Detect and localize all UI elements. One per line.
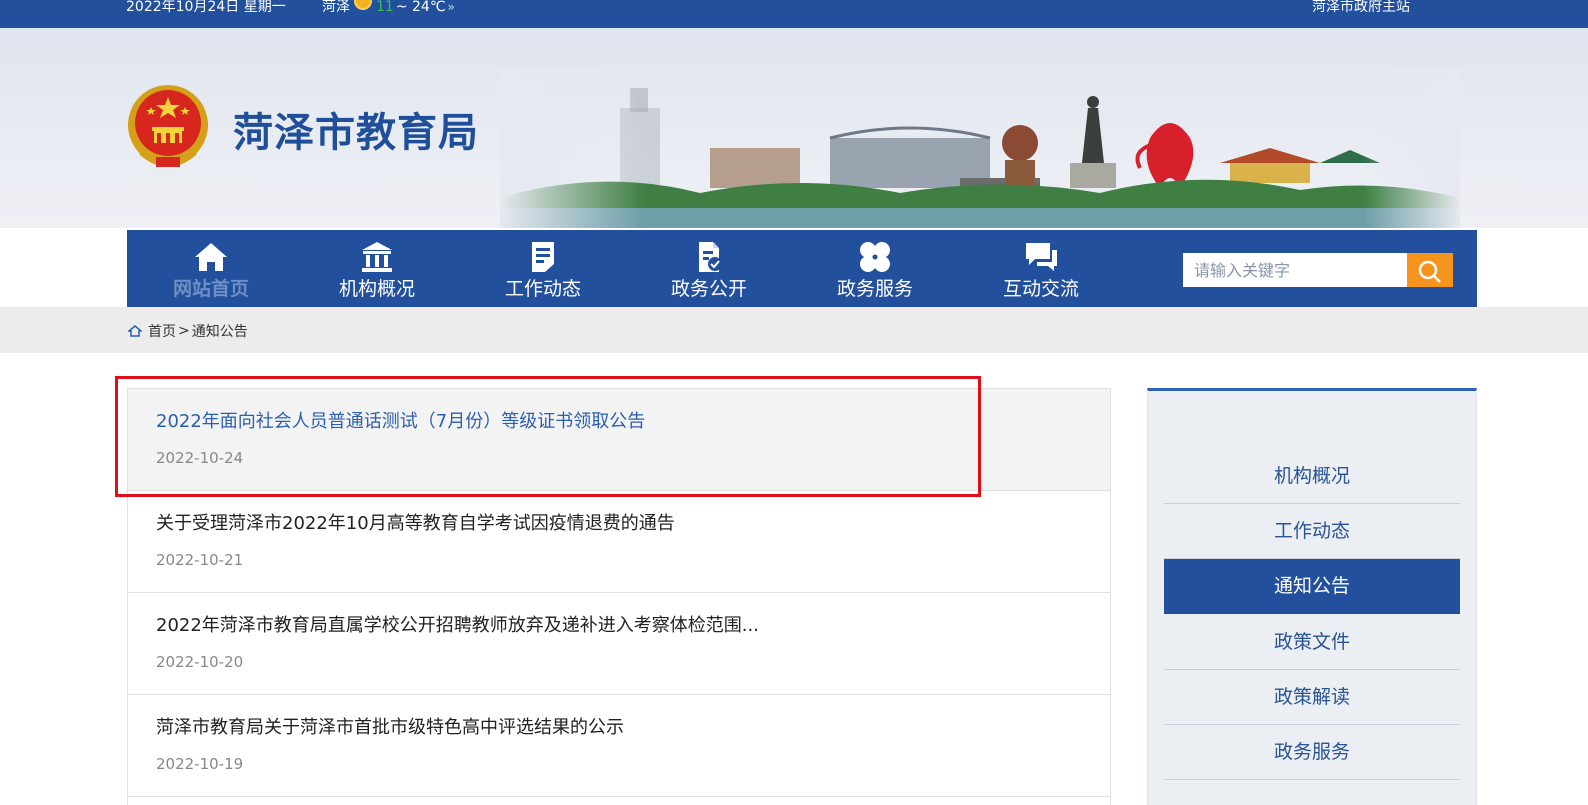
search-input[interactable] (1183, 253, 1407, 287)
sidebar-item-notices[interactable]: 通知公告 (1164, 559, 1460, 614)
nav-label-home: 网站首页 (172, 278, 249, 300)
weather-widget[interactable]: 菏泽 11 ~ 24℃ » (322, 0, 455, 14)
notice-title[interactable]: 菏泽市教育局关于菏泽市首批市级特色高中评选结果的公示 (156, 713, 624, 739)
breadcrumb-bar: 首页 > 通知公告 (0, 307, 1588, 353)
notice-date: 2022-10-19 (156, 755, 244, 773)
list-item[interactable]: 2022年面向社会人员普通话测试（7月份）等级证书领取公告 2022-10-24 (128, 389, 1110, 491)
sidebar-item-policy-docs[interactable]: 政策文件 (1164, 615, 1460, 670)
sidebar-menu: 机构概况 工作动态 通知公告 政策文件 政策解读 政务服务 (1147, 388, 1477, 805)
breadcrumb: 首页 > 通知公告 (128, 321, 248, 341)
sidebar-item-policy-interpretation[interactable]: 政策解读 (1164, 670, 1460, 725)
nav-item-work-news[interactable]: 工作动态 (459, 230, 627, 307)
nav-item-interaction[interactable]: 互动交流 (957, 230, 1125, 307)
search-button[interactable] (1407, 253, 1453, 287)
sun-icon (352, 0, 374, 14)
list-item[interactable]: 菏泽市教育局关于菏泽市首批市级特色高中评选结果的公示 2022-10-19 (128, 695, 1110, 797)
notice-title[interactable]: 关于受理菏泽市2022年10月高等教育自学考试因疫情退费的通告 (156, 509, 675, 535)
document-icon (532, 242, 554, 272)
nav-label-interaction: 互动交流 (1002, 278, 1079, 300)
temperature-low: 11 (376, 0, 394, 15)
breadcrumb-current: 通知公告 (191, 324, 248, 340)
nav-item-gov-services[interactable]: 政务服务 (791, 230, 959, 307)
temperature-high: ~ 24℃ (395, 0, 446, 15)
double-chevron-right-icon: » (447, 0, 455, 14)
top-bar: 2022年10月24日 星期一 菏泽 11 ~ 24℃ » 菏泽市政府主站 (0, 0, 1588, 28)
national-emblem-logo (128, 85, 208, 167)
nav-label-gov-services: 政务服务 (836, 278, 913, 300)
notice-list: 2022年面向社会人员普通话测试（7月份）等级证书领取公告 2022-10-24… (127, 388, 1111, 805)
notice-title[interactable]: 2022年面向社会人员普通话测试（7月份）等级证书领取公告 (156, 407, 645, 433)
institution-icon (362, 242, 392, 272)
site-header: 菏泽市教育局 (0, 28, 1588, 228)
notice-date: 2022-10-20 (156, 653, 244, 671)
clover-icon (860, 242, 890, 272)
weather-city: 菏泽 (322, 0, 350, 15)
nav-label-gov-affairs: 政务公开 (670, 278, 747, 300)
nav-item-gov-affairs[interactable]: 政务公开 (625, 230, 793, 307)
search-icon (1418, 260, 1441, 283)
sidebar-item-work-news[interactable]: 工作动态 (1164, 504, 1460, 559)
breadcrumb-home-link[interactable]: 首页 (148, 321, 176, 341)
chat-icon (1026, 243, 1057, 271)
city-skyline-banner (500, 68, 1460, 228)
nav-label-institution: 机构概况 (338, 278, 415, 300)
home-icon (128, 325, 142, 337)
notice-date: 2022-10-24 (156, 449, 244, 467)
breadcrumb-separator: > (178, 323, 190, 339)
file-check-icon (699, 242, 722, 272)
sidebar-item-gov-services[interactable]: 政务服务 (1164, 725, 1460, 780)
nav-item-home[interactable]: 网站首页 (127, 230, 295, 307)
list-item[interactable]: 2022年菏泽市教育局直属学校公开招聘教师放弃及递补进入考察体检范围... 20… (128, 593, 1110, 695)
notice-date: 2022-10-21 (156, 551, 244, 569)
list-item[interactable]: 关于受理菏泽市2022年10月高等教育自学考试因疫情退费的通告 2022-10-… (128, 491, 1110, 593)
nav-label-work-news: 工作动态 (504, 278, 581, 300)
home-icon (195, 243, 227, 271)
current-date: 2022年10月24日 星期一 (126, 0, 286, 15)
sidebar-item-institution[interactable]: 机构概况 (1164, 449, 1460, 504)
notice-title[interactable]: 2022年菏泽市教育局直属学校公开招聘教师放弃及递补进入考察体检范围... (156, 611, 759, 637)
site-title: 菏泽市教育局 (233, 110, 479, 156)
gov-main-site-link[interactable]: 菏泽市政府主站 (1312, 0, 1410, 14)
nav-item-institution[interactable]: 机构概况 (293, 230, 461, 307)
